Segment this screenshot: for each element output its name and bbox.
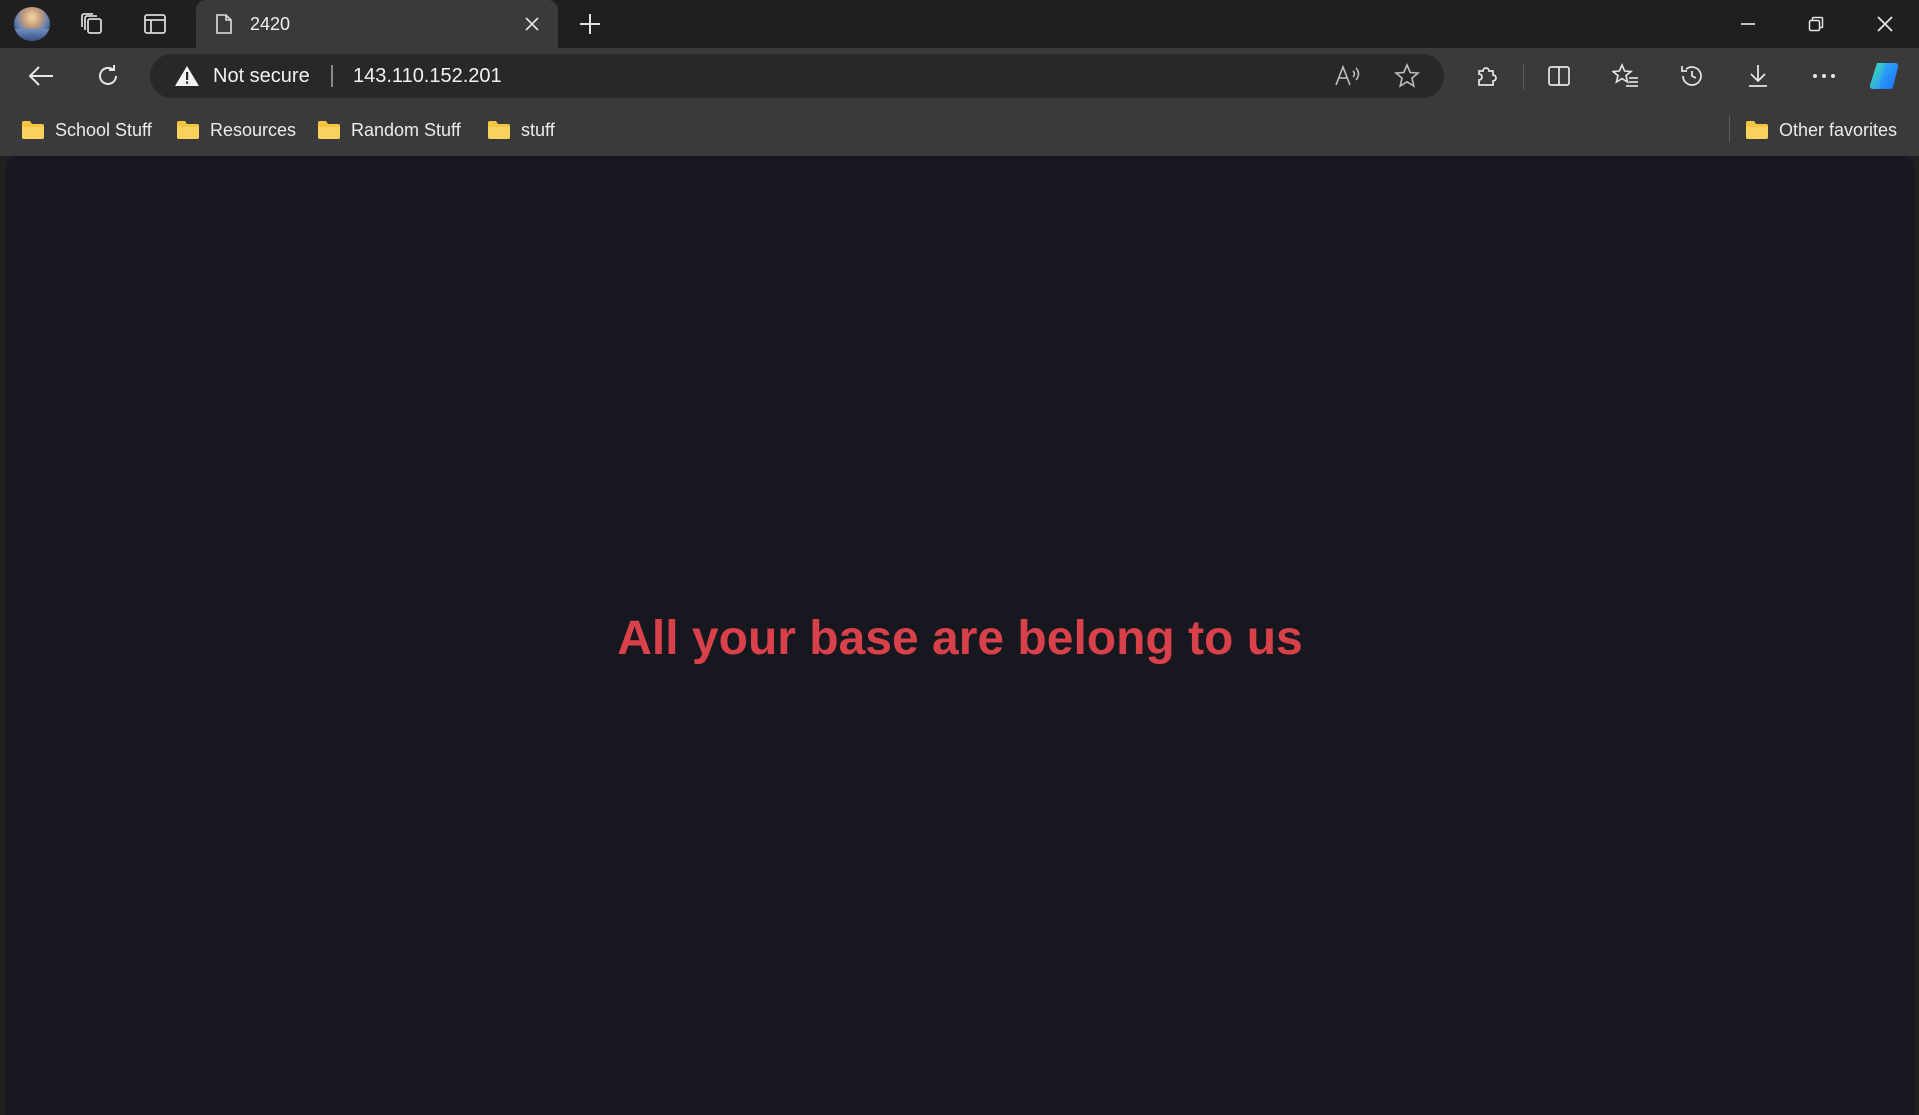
address-divider <box>331 65 333 87</box>
history-button[interactable] <box>1672 56 1712 96</box>
new-tab-button[interactable] <box>572 6 608 42</box>
favorite-folder-random-stuff[interactable]: Random Stuff <box>317 118 461 142</box>
favorite-label: School Stuff <box>55 119 152 140</box>
download-icon <box>1749 65 1767 87</box>
restore-icon <box>1808 16 1824 32</box>
warning-icon[interactable] <box>174 65 200 87</box>
favorite-label: Other favorites <box>1779 119 1898 140</box>
close-window-button[interactable] <box>1851 0 1919 48</box>
refresh-button[interactable] <box>88 56 128 96</box>
close-icon <box>525 17 539 31</box>
favorite-label: stuff <box>521 119 555 140</box>
split-screen-button[interactable] <box>1539 56 1579 96</box>
more-dots-icon <box>1813 74 1835 78</box>
favorites-button[interactable] <box>1606 56 1646 96</box>
star-icon <box>1394 63 1420 88</box>
tab-actions-button[interactable] <box>135 6 175 42</box>
folder-icon <box>22 121 44 139</box>
tab-close-button[interactable] <box>518 10 546 38</box>
security-status[interactable]: Not secure <box>213 65 310 88</box>
favorite-label: Resources <box>210 119 297 140</box>
other-favorites-folder[interactable]: Other favorites <box>1745 118 1897 142</box>
profile-avatar[interactable] <box>14 7 50 41</box>
refresh-icon <box>99 65 117 85</box>
folder-icon <box>1746 121 1768 139</box>
toolbar-divider <box>1523 64 1524 90</box>
page-headline: All your base are belong to us <box>617 612 1303 665</box>
tab-active[interactable]: 2420 <box>196 0 558 48</box>
folder-icon <box>318 121 340 139</box>
read-aloud-icon <box>1335 64 1360 86</box>
tab-title: 2420 <box>250 14 291 34</box>
workspaces-button[interactable] <box>72 6 112 42</box>
split-screen-icon <box>1548 66 1570 86</box>
copilot-button[interactable] <box>1866 56 1906 96</box>
back-button[interactable] <box>21 56 61 96</box>
copilot-icon <box>1869 62 1899 90</box>
restore-button[interactable] <box>1782 0 1850 48</box>
favorite-label: Random Stuff <box>351 119 461 140</box>
workspaces-icon <box>81 13 102 34</box>
downloads-button[interactable] <box>1738 56 1778 96</box>
favorites-divider <box>1729 116 1730 142</box>
close-icon <box>1877 16 1893 32</box>
add-favorite-button[interactable] <box>1392 62 1422 90</box>
back-arrow-icon <box>28 66 53 86</box>
favorites-star-list-icon <box>1612 63 1638 87</box>
favorite-folder-school-stuff[interactable]: School Stuff <box>21 118 152 142</box>
url-text[interactable]: 143.110.152.201 <box>353 65 502 88</box>
settings-more-button[interactable] <box>1804 56 1844 96</box>
address-bar[interactable]: Not secure 143.110.152.201 <box>150 54 1444 98</box>
favorite-folder-resources[interactable]: Resources <box>176 118 296 142</box>
tab-actions-icon <box>144 14 166 34</box>
navigation-toolbar: Not secure 143.110.152.201 <box>0 48 1919 104</box>
minimize-icon <box>1741 23 1755 25</box>
extensions-icon <box>1478 67 1497 86</box>
page-icon <box>216 14 232 34</box>
read-aloud-button[interactable] <box>1332 62 1362 90</box>
folder-icon <box>488 121 510 139</box>
folder-icon <box>177 121 199 139</box>
plus-icon <box>580 14 600 34</box>
page-viewport: All your base are belong to us <box>6 156 1914 1115</box>
minimize-button[interactable] <box>1714 0 1782 48</box>
extensions-button[interactable] <box>1467 56 1507 96</box>
favorite-folder-stuff[interactable]: stuff <box>487 118 555 142</box>
history-icon <box>1681 66 1702 86</box>
title-bar: 2420 <box>0 0 1919 48</box>
favorites-bar: School Stuff Resources Random Stuff stuf… <box>0 104 1919 156</box>
